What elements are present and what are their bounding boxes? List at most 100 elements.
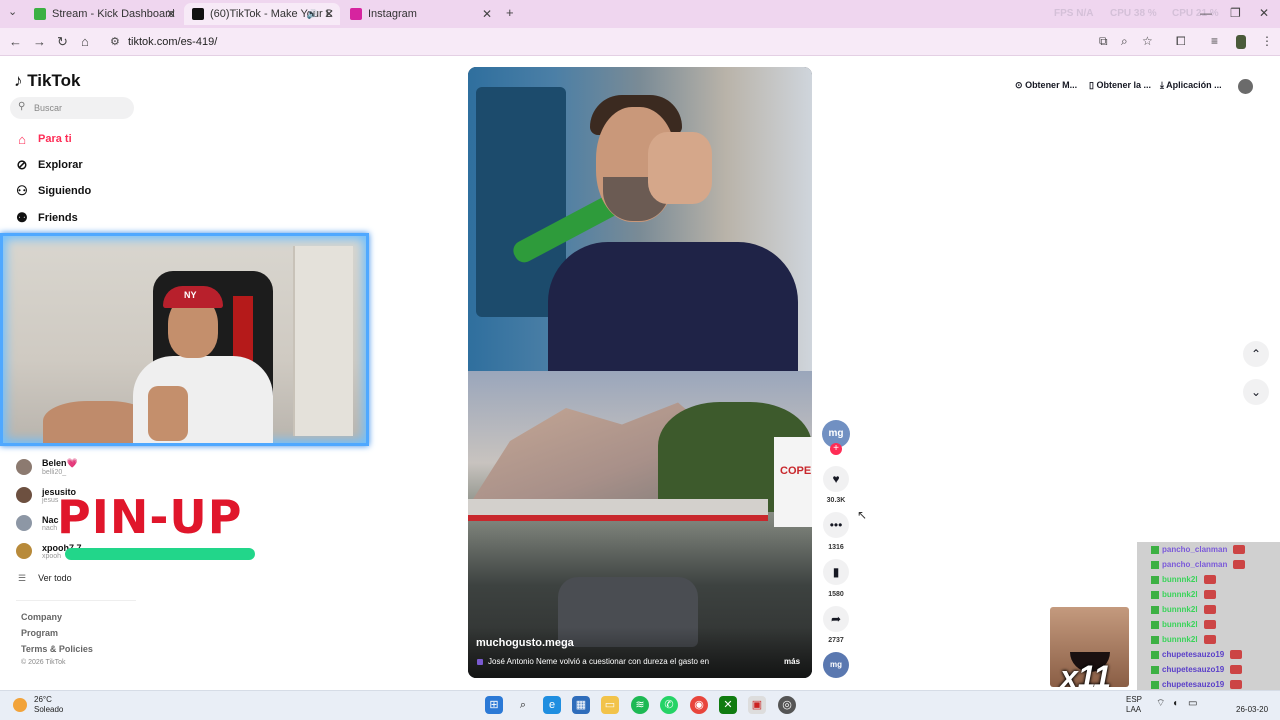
close-icon[interactable]: ✕	[324, 7, 334, 21]
whatsapp-icon[interactable]: ✆	[660, 696, 678, 714]
emote-icon	[1203, 590, 1216, 599]
new-tab-button[interactable]: +	[506, 5, 514, 20]
next-video-button[interactable]: ⌄	[1243, 379, 1269, 405]
chat-message: chupetesauzo19	[1151, 648, 1243, 661]
like-button[interactable]: ♥	[823, 466, 849, 492]
chat-user: chupetesauzo19	[1162, 680, 1225, 689]
video-author[interactable]: muchogusto.mega	[476, 637, 574, 649]
video-player[interactable]: COPE muchogusto.mega José Antonio Neme v…	[468, 67, 812, 678]
back-icon[interactable]: ←	[9, 34, 22, 49]
previous-video-button[interactable]: ⌃	[1243, 341, 1269, 367]
more-button[interactable]: más	[784, 657, 800, 666]
profile-icon[interactable]	[1236, 35, 1246, 49]
chat-user: pancho_clanman	[1162, 545, 1228, 554]
badge-icon	[1151, 680, 1159, 689]
tab-tiktok[interactable]: (60)TikTok - Make Your Day 🔊 ✕	[184, 3, 340, 25]
nav-following[interactable]: ⚇ Siguiendo	[14, 181, 91, 201]
chat-message: bunnnk2l	[1151, 573, 1216, 586]
tab-kick[interactable]: Stream - Kick Dashboard ✕	[26, 3, 182, 25]
edge-icon[interactable]: e	[543, 696, 561, 714]
nav-explore[interactable]: ⊘ Explorar	[14, 155, 83, 175]
chat-user: bunnnk2l	[1162, 620, 1198, 629]
follow-plus-icon[interactable]: +	[830, 443, 842, 455]
site-info-icon[interactable]: ⚙	[110, 35, 120, 48]
clock-date[interactable]: 26-03-20	[1236, 705, 1268, 715]
restore-icon[interactable]: ❐	[1230, 6, 1241, 20]
search-icon[interactable]: ⌕	[514, 696, 532, 714]
minimize-icon[interactable]: —	[1200, 6, 1212, 20]
menu-icon[interactable]: ⋮	[1261, 34, 1273, 48]
overlay-fps: FPS N/A	[1054, 8, 1094, 19]
account-item[interactable]: Belen💗 belli20_	[16, 456, 78, 478]
caption-shade	[468, 627, 812, 678]
home-icon[interactable]: ⌂	[81, 34, 89, 49]
forward-icon[interactable]: →	[33, 34, 46, 49]
emote-icon	[1203, 620, 1216, 629]
sound-disc[interactable]: mg	[823, 652, 849, 678]
spotify-icon[interactable]: ≋	[631, 696, 649, 714]
close-icon[interactable]: ✕	[482, 7, 492, 21]
get-coins-link[interactable]: ⊙ Obtener M...	[1015, 80, 1077, 91]
search-input[interactable]: ⚲ Buscar	[10, 97, 134, 119]
emote-icon	[1203, 605, 1216, 614]
profile-avatar[interactable]	[1238, 79, 1253, 94]
account-item[interactable]: Nac nach	[16, 512, 59, 534]
chat-message: chupetesauzo19	[1151, 663, 1243, 676]
close-icon[interactable]: ✕	[166, 7, 176, 21]
share-button[interactable]: ➦	[823, 606, 849, 632]
nav-for-you[interactable]: ⌂ Para ti	[14, 129, 72, 149]
badge-icon	[1151, 635, 1159, 644]
battery-icon[interactable]: ▭	[1188, 699, 1197, 709]
extensions-icon[interactable]: ⧠	[1176, 34, 1186, 49]
install-icon[interactable]: ⧉	[1099, 34, 1108, 49]
nav-friends[interactable]: ⚉ Friends	[14, 208, 78, 228]
weather-widget[interactable]: 26°C Soleado	[34, 695, 63, 715]
sun-icon[interactable]	[13, 698, 27, 712]
footer-company[interactable]: Company	[21, 612, 62, 622]
share-count: 2737	[828, 637, 844, 644]
logo-text: TikTok	[27, 71, 81, 90]
comment-button[interactable]: •••	[823, 512, 849, 538]
tab-search-icon[interactable]: ⌄	[8, 5, 17, 18]
desktop-app-link[interactable]: ⤓ Aplicación ...	[1160, 80, 1222, 91]
browser-tab-bar: ⌄ Stream - Kick Dashboard ✕ (60)TikTok -…	[0, 0, 1280, 28]
bookmark-star-icon[interactable]: ☆	[1142, 34, 1153, 48]
weather-condition: Soleado	[34, 705, 64, 714]
save-count: 1580	[828, 591, 844, 598]
nav-label: Friends	[38, 212, 78, 224]
obs-icon[interactable]: ◎	[778, 696, 796, 714]
search-placeholder: Buscar	[34, 103, 63, 113]
file-explorer-icon[interactable]: ▭	[601, 696, 619, 714]
wifi-icon[interactable]: ⌔	[1156, 699, 1165, 709]
tiktok-icon	[192, 8, 204, 20]
windows-start-icon[interactable]: ⊞	[485, 696, 503, 714]
speaker-icon[interactable]: 🔊	[307, 9, 318, 20]
volume-icon[interactable]: ◖	[1172, 699, 1178, 709]
url-field[interactable]: tiktok.com/es-419/	[128, 36, 217, 48]
language-indicator[interactable]: ESP LAA	[1126, 695, 1142, 715]
heart-icon: ♥	[832, 472, 840, 486]
tiktok-logo[interactable]: ♪ TikTok	[14, 71, 80, 91]
comment-icon: •••	[829, 518, 843, 532]
chat-user: bunnnk2l	[1162, 575, 1198, 584]
badge-icon	[1151, 650, 1159, 659]
media-icon[interactable]: ≡	[1211, 34, 1218, 48]
zoom-icon[interactable]: ⌕	[1121, 34, 1128, 49]
save-button[interactable]: ▮	[823, 559, 849, 585]
see-all-link[interactable]: ☰ Ver todo	[18, 573, 72, 584]
chrome-icon[interactable]: ◉	[690, 696, 708, 714]
chat-user: bunnnk2l	[1162, 605, 1198, 614]
background-door	[293, 246, 353, 436]
reload-icon[interactable]: ↻	[57, 34, 68, 50]
tab-instagram[interactable]: Instagram ✕	[342, 3, 498, 25]
bookmark-icon: ▮	[832, 565, 840, 579]
emote-icon	[1233, 560, 1246, 569]
store-icon[interactable]: ▦	[572, 696, 590, 714]
footer-terms[interactable]: Terms & Policies	[21, 644, 93, 654]
footer-program[interactable]: Program	[21, 628, 58, 638]
xbox-icon[interactable]: ✕	[719, 696, 737, 714]
chat-user: bunnnk2l	[1162, 590, 1198, 599]
close-window-icon[interactable]: ✕	[1259, 6, 1269, 20]
get-app-link[interactable]: ▯ Obtener la ...	[1089, 80, 1151, 91]
app-icon[interactable]: ▣	[748, 696, 766, 714]
